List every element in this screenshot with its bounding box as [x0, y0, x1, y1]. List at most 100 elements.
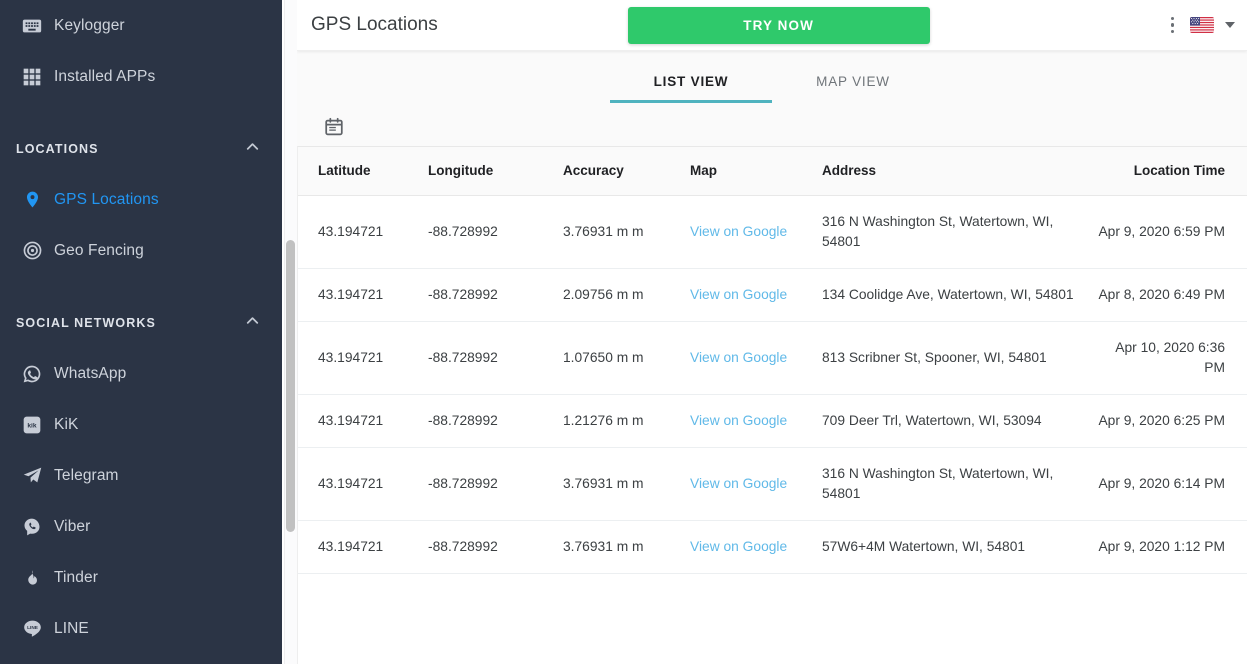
calendar-icon[interactable]	[323, 116, 345, 138]
sidebar-item-viber[interactable]: Viber	[0, 501, 282, 552]
viber-icon	[10, 517, 54, 537]
cell-accuracy: 1.21276 m m	[563, 394, 690, 448]
whatsapp-icon	[10, 364, 54, 384]
cell-longitude: -88.728992	[428, 447, 563, 521]
cell-address: 57W6+4M Watertown, WI, 54801	[822, 520, 1092, 574]
sidebar-section-locations[interactable]: LOCATIONS	[0, 124, 282, 174]
tab-map-view[interactable]: MAP VIEW	[772, 51, 934, 103]
table-row[interactable]: 43.194721 -88.728992 3.76931 m m View on…	[298, 195, 1247, 269]
cell-address: 813 Scribner St, Spooner, WI, 54801	[822, 321, 1092, 395]
cell-longitude: -88.728992	[428, 321, 563, 395]
view-on-google-link[interactable]: View on Google	[690, 350, 787, 365]
cell-location-time: Apr 10, 2020 6:36 PM	[1092, 321, 1247, 395]
column-header-latitude[interactable]: Latitude	[298, 147, 428, 196]
sidebar-scrollbar-thumb[interactable]	[286, 240, 295, 532]
table-row[interactable]: 43.194721 -88.728992 1.21276 m m View on…	[298, 394, 1247, 448]
cell-longitude: -88.728992	[428, 195, 563, 269]
cell-longitude: -88.728992	[428, 268, 563, 322]
svg-text:kik: kik	[27, 422, 37, 429]
column-header-accuracy[interactable]: Accuracy	[563, 147, 690, 196]
sidebar-item-telegram[interactable]: Telegram	[0, 450, 282, 501]
sidebar-section-social-networks[interactable]: SOCIAL NETWORKS	[0, 298, 282, 348]
sidebar-item-kik[interactable]: kik KiK	[0, 399, 282, 450]
cell-latitude: 43.194721	[298, 520, 428, 574]
chevron-up-icon[interactable]	[243, 137, 262, 161]
sidebar-item-label: KiK	[54, 415, 79, 433]
sidebar: Keylogger Installed APPs LOCATIONS GPS L…	[0, 0, 282, 664]
app-root: Keylogger Installed APPs LOCATIONS GPS L…	[0, 0, 1247, 664]
line-icon: LINE	[10, 618, 54, 639]
sidebar-item-keylogger[interactable]: Keylogger	[0, 0, 282, 51]
cell-latitude: 43.194721	[298, 394, 428, 448]
view-tabs-container: LIST VIEW MAP VIEW	[297, 51, 1247, 107]
locations-table-container[interactable]: Latitude Longitude Accuracy Map Address …	[297, 146, 1247, 664]
sidebar-item-label: Viber	[54, 517, 91, 535]
table-head: Latitude Longitude Accuracy Map Address …	[298, 147, 1247, 196]
table-body: 43.194721 -88.728992 3.76931 m m View on…	[298, 195, 1247, 574]
column-header-address[interactable]: Address	[822, 147, 1092, 196]
column-header-map[interactable]: Map	[690, 147, 822, 196]
sidebar-item-installed-apps[interactable]: Installed APPs	[0, 51, 282, 102]
table-header-row: Latitude Longitude Accuracy Map Address …	[298, 147, 1247, 196]
column-header-longitude[interactable]: Longitude	[428, 147, 563, 196]
table-row[interactable]: 43.194721 -88.728992 2.09756 m m View on…	[298, 268, 1247, 322]
header-actions	[1166, 13, 1235, 38]
cell-accuracy: 3.76931 m m	[563, 520, 690, 574]
sidebar-item-gps-locations[interactable]: GPS Locations	[0, 174, 282, 225]
sidebar-item-whatsapp[interactable]: WhatsApp	[0, 348, 282, 399]
cell-accuracy: 3.76931 m m	[563, 195, 690, 269]
cell-map: View on Google	[690, 520, 822, 574]
grid-apps-icon	[10, 67, 54, 87]
cell-latitude: 43.194721	[298, 268, 428, 322]
map-pin-icon	[10, 190, 54, 209]
chevron-down-icon[interactable]	[1225, 22, 1235, 28]
try-now-button[interactable]: TRY NOW	[627, 6, 930, 44]
cell-location-time: Apr 9, 2020 6:59 PM	[1092, 195, 1247, 269]
cell-longitude: -88.728992	[428, 520, 563, 574]
chevron-up-icon[interactable]	[243, 311, 262, 335]
gps-locations-table: Latitude Longitude Accuracy Map Address …	[298, 147, 1247, 574]
table-row[interactable]: 43.194721 -88.728992 3.76931 m m View on…	[298, 520, 1247, 574]
view-on-google-link[interactable]: View on Google	[690, 287, 787, 302]
table-row[interactable]: 43.194721 -88.728992 1.07650 m m View on…	[298, 321, 1247, 395]
cell-address: 316 N Washington St, Watertown, WI, 5480…	[822, 195, 1092, 269]
sidebar-item-label: Tinder	[54, 568, 98, 586]
sidebar-item-line[interactable]: LINE LINE	[0, 603, 282, 654]
sidebar-item-label: Telegram	[54, 466, 119, 484]
sidebar-item-label: WhatsApp	[54, 364, 127, 382]
sidebar-item-geo-fencing[interactable]: Geo Fencing	[0, 225, 282, 276]
column-header-location-time[interactable]: Location Time	[1092, 147, 1247, 196]
cell-location-time: Apr 9, 2020 1:12 PM	[1092, 520, 1247, 574]
sidebar-item-label: LINE	[54, 619, 89, 637]
kik-icon: kik	[10, 415, 54, 435]
cell-accuracy: 2.09756 m m	[563, 268, 690, 322]
us-flag-icon[interactable]	[1190, 17, 1214, 33]
view-on-google-link[interactable]: View on Google	[690, 413, 787, 428]
cell-accuracy: 1.07650 m m	[563, 321, 690, 395]
cell-accuracy: 3.76931 m m	[563, 447, 690, 521]
cell-latitude: 43.194721	[298, 195, 428, 269]
sidebar-item-label: Geo Fencing	[54, 241, 144, 259]
sidebar-item-label: Keylogger	[54, 16, 125, 34]
sidebar-section-title: LOCATIONS	[16, 142, 99, 156]
sidebar-section-title: SOCIAL NETWORKS	[16, 316, 156, 330]
cell-address: 316 N Washington St, Watertown, WI, 5480…	[822, 447, 1092, 521]
target-icon	[10, 240, 54, 261]
cell-map: View on Google	[690, 268, 822, 322]
view-on-google-link[interactable]: View on Google	[690, 224, 787, 239]
tinder-flame-icon	[10, 568, 54, 587]
more-vertical-icon[interactable]	[1166, 13, 1180, 38]
tab-list-view[interactable]: LIST VIEW	[610, 51, 772, 103]
view-tabs: LIST VIEW MAP VIEW	[610, 51, 934, 103]
view-on-google-link[interactable]: View on Google	[690, 539, 787, 554]
table-row[interactable]: 43.194721 -88.728992 3.76931 m m View on…	[298, 447, 1247, 521]
cell-location-time: Apr 9, 2020 6:14 PM	[1092, 447, 1247, 521]
cell-latitude: 43.194721	[298, 321, 428, 395]
sidebar-item-tinder[interactable]: Tinder	[0, 552, 282, 603]
keyboard-icon	[10, 15, 54, 37]
cell-map: View on Google	[690, 447, 822, 521]
cell-location-time: Apr 9, 2020 6:25 PM	[1092, 394, 1247, 448]
view-on-google-link[interactable]: View on Google	[690, 476, 787, 491]
cell-map: View on Google	[690, 195, 822, 269]
